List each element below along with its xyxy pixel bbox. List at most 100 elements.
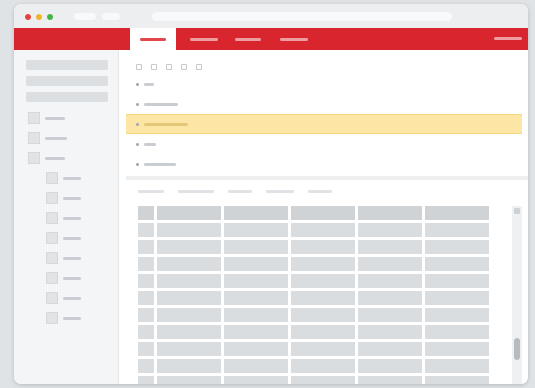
sidebar-search-input[interactable] (26, 92, 108, 102)
sidebar-item[interactable] (46, 272, 81, 284)
table-cell (425, 325, 489, 339)
sidebar-search-input[interactable] (26, 76, 108, 86)
folder-icon (46, 252, 58, 264)
scroll-thumb[interactable] (514, 338, 520, 360)
table-cell (425, 291, 489, 305)
outline-item-label (144, 122, 188, 126)
sidebar-item[interactable] (28, 152, 65, 164)
tab-label (140, 37, 166, 41)
filter-chip[interactable] (178, 190, 214, 193)
tool-icon[interactable] (181, 64, 187, 70)
sidebar-item-label (63, 276, 81, 280)
table-cell (358, 359, 422, 373)
address-bar[interactable] (152, 12, 452, 21)
tool-icon[interactable] (151, 64, 157, 70)
sidebar-item[interactable] (46, 232, 81, 244)
sidebar-item-label (63, 176, 81, 180)
bullet-icon (136, 122, 139, 126)
close-window-button[interactable] (25, 14, 31, 20)
scroll-up-button[interactable] (514, 208, 520, 214)
tool-icon[interactable] (136, 64, 142, 70)
folder-icon (28, 152, 40, 164)
forward-button[interactable] (102, 13, 120, 20)
sidebar-item[interactable] (28, 112, 65, 124)
outline-item-selected[interactable] (126, 114, 522, 134)
sidebar-item[interactable] (28, 132, 67, 144)
filter-chip[interactable] (138, 190, 164, 193)
app-window (14, 4, 528, 384)
table-cell (157, 274, 221, 288)
table-cell (358, 325, 422, 339)
column-header[interactable] (291, 206, 355, 220)
table-cell (138, 257, 154, 271)
folder-icon (46, 272, 58, 284)
table-scrollbar[interactable] (512, 206, 522, 384)
tab-4[interactable] (274, 28, 314, 50)
table-cell (358, 308, 422, 322)
table-row[interactable] (138, 325, 518, 339)
tab-label (235, 37, 261, 41)
outline-item[interactable] (126, 154, 522, 174)
table-cell (358, 291, 422, 305)
filter-chip[interactable] (266, 190, 294, 193)
filter-bar (138, 190, 346, 193)
column-header[interactable] (138, 206, 154, 220)
user-menu[interactable] (494, 37, 522, 40)
sidebar-item[interactable] (46, 172, 81, 184)
maximize-window-button[interactable] (47, 14, 53, 20)
table-cell (425, 274, 489, 288)
table-cell (224, 291, 288, 305)
table-cell (425, 257, 489, 271)
table-row[interactable] (138, 240, 518, 254)
table-cell (291, 223, 355, 237)
outline-item[interactable] (126, 74, 522, 94)
sidebar-item[interactable] (46, 292, 81, 304)
sidebar-item-label (63, 316, 81, 320)
filter-chip[interactable] (228, 190, 252, 193)
table-row[interactable] (138, 376, 518, 384)
sidebar-search-input[interactable] (26, 60, 108, 70)
column-header[interactable] (425, 206, 489, 220)
bullet-icon (136, 162, 139, 166)
tab-2[interactable] (184, 28, 224, 50)
sidebar-item[interactable] (46, 312, 81, 324)
table-row[interactable] (138, 257, 518, 271)
table-row[interactable] (138, 274, 518, 288)
column-header[interactable] (358, 206, 422, 220)
table-cell (224, 240, 288, 254)
column-header[interactable] (157, 206, 221, 220)
column-header[interactable] (224, 206, 288, 220)
filter-chip[interactable] (308, 190, 332, 193)
table-row[interactable] (138, 342, 518, 356)
table-cell (224, 274, 288, 288)
outline-item-label (144, 142, 156, 146)
sidebar-item[interactable] (46, 192, 81, 204)
section-divider (126, 176, 528, 180)
outline-item[interactable] (126, 134, 522, 154)
sidebar-item-label (45, 136, 67, 140)
sidebar-item-label (63, 236, 81, 240)
bullet-icon (136, 102, 139, 106)
table-cell (138, 240, 154, 254)
main-panel (126, 50, 528, 384)
table-row[interactable] (138, 291, 518, 305)
table-cell (425, 376, 489, 384)
outline-item[interactable] (126, 94, 522, 114)
table-cell (224, 376, 288, 384)
sidebar-item[interactable] (46, 212, 81, 224)
table-row[interactable] (138, 359, 518, 373)
tool-icon[interactable] (196, 64, 202, 70)
minimize-window-button[interactable] (36, 14, 42, 20)
table-cell (138, 274, 154, 288)
sidebar-item[interactable] (46, 252, 81, 264)
back-button[interactable] (74, 13, 96, 20)
table-cell (138, 376, 154, 384)
tab-3[interactable] (228, 28, 268, 50)
tab-1[interactable] (130, 28, 176, 50)
table-row[interactable] (138, 223, 518, 237)
table-cell (138, 291, 154, 305)
table-cell (291, 274, 355, 288)
table-row[interactable] (138, 308, 518, 322)
table-cell (291, 342, 355, 356)
tool-icon[interactable] (166, 64, 172, 70)
